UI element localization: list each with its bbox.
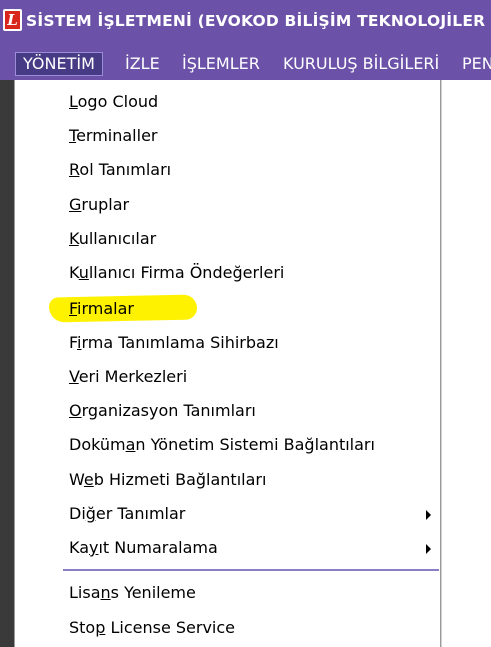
menu-separator bbox=[63, 569, 439, 571]
menu-item-label-pre: Lisa bbox=[69, 583, 101, 602]
menu-izle-label: İZLE bbox=[125, 54, 160, 73]
menu-kurulus-bilgileri[interactable]: KURULUŞ BİLGİLERİ bbox=[283, 52, 439, 76]
menu-item-gruplar[interactable]: Gruplar bbox=[69, 190, 429, 220]
mnemonic: p bbox=[95, 618, 106, 637]
title-bar: L SİSTEM İŞLETMENİ (EVOKOD BİLİŞİM TEKNO… bbox=[0, 0, 491, 42]
mnemonic: L bbox=[69, 92, 78, 111]
mnemonic: R bbox=[69, 160, 80, 179]
menu-item-label-pre: Di bbox=[69, 504, 86, 523]
menu-item-label: License Service bbox=[105, 618, 235, 637]
menu-item-rol-tanimlari[interactable]: Rol Tanımları bbox=[69, 155, 429, 185]
menu-item-firma-tanimlama-sihirbazi[interactable]: Firma Tanımlama Sihirbazı bbox=[69, 328, 429, 358]
background-edge bbox=[0, 80, 14, 647]
yonetim-dropdown-menu: Logo Cloud Terminaller Rol Tanımları Gru… bbox=[14, 80, 441, 647]
menu-item-diger-tanimlar[interactable]: Diğer Tanımlar bbox=[69, 499, 431, 529]
app-logo-icon: L bbox=[3, 9, 22, 31]
menu-item-label: er Tanımlar bbox=[95, 504, 186, 523]
workspace-area bbox=[441, 80, 491, 647]
menu-item-stop-license-service[interactable]: Stop License Service bbox=[69, 613, 429, 643]
mnemonic: O bbox=[69, 401, 82, 420]
menu-kurulus-bilgileri-label: KURULUŞ BİLGİLERİ bbox=[283, 54, 440, 73]
menu-item-label-pre: W bbox=[69, 470, 84, 489]
menu-item-label-pre: Doküm bbox=[69, 435, 126, 454]
menu-item-veri-merkezleri[interactable]: Veri Merkezleri bbox=[69, 362, 429, 392]
menu-izle[interactable]: İZLE bbox=[125, 52, 160, 76]
mnemonic: K bbox=[69, 229, 79, 248]
menu-item-kayit-numaralama[interactable]: Kayıt Numaralama bbox=[69, 533, 431, 563]
menu-pencere-label: PEN bbox=[462, 54, 491, 73]
menu-item-label: ruplar bbox=[81, 195, 130, 214]
menu-item-kullanicilar[interactable]: Kullanıcılar bbox=[69, 224, 429, 254]
menu-item-label-pre: Sto bbox=[69, 618, 96, 637]
menu-item-label: llanıcı Firma Öndeğerleri bbox=[88, 263, 285, 282]
menu-item-label: n Yönetim Sistemi Bağlantıları bbox=[135, 435, 375, 454]
menu-item-web-hizmeti-baglantilari[interactable]: Web Hizmeti Bağlantıları bbox=[69, 465, 429, 495]
menu-item-label: rganizasyon Tanımları bbox=[81, 401, 256, 420]
menu-bar: YÖNETİM İZLE İŞLEMLER KURULUŞ BİLGİLERİ … bbox=[0, 42, 491, 80]
menu-pencere[interactable]: PEN bbox=[462, 52, 491, 76]
menu-item-label: irmalar bbox=[77, 299, 135, 318]
submenu-arrow-icon bbox=[426, 510, 431, 520]
app-logo-letter: L bbox=[5, 11, 20, 29]
menu-item-label: eri Merkezleri bbox=[78, 367, 188, 386]
menu-item-label-pre: K bbox=[69, 263, 79, 282]
menu-item-label: s Yenileme bbox=[110, 583, 196, 602]
menu-item-dokuman-yonetim-sistemi[interactable]: Doküman Yönetim Sistemi Bağlantıları bbox=[69, 430, 429, 460]
menu-icon-gutter bbox=[15, 80, 52, 647]
mnemonic: V bbox=[69, 367, 79, 386]
window-title: SİSTEM İŞLETMENİ (EVOKOD BİLİŞİM TEKNOLO… bbox=[26, 12, 486, 30]
menu-item-label-pre: Ka bbox=[69, 538, 90, 557]
menu-item-label-pre: F bbox=[69, 333, 78, 352]
mnemonic: F bbox=[69, 299, 78, 318]
mnemonic: ğ bbox=[85, 504, 96, 523]
menu-islemler-label: İŞLEMLER bbox=[182, 54, 260, 73]
mnemonic: e bbox=[83, 470, 94, 489]
menu-item-label: ullanıcılar bbox=[78, 229, 157, 248]
menu-item-label: b Hizmeti Bağlantıları bbox=[93, 470, 267, 489]
menu-item-label: erminaller bbox=[76, 126, 158, 145]
submenu-arrow-icon bbox=[426, 544, 431, 554]
menu-item-label: ıt Numaralama bbox=[98, 538, 218, 557]
mnemonic: u bbox=[78, 263, 89, 282]
menu-item-label: rma Tanımlama Sihirbazı bbox=[81, 333, 279, 352]
menu-item-lisans-yenileme[interactable]: Lisans Yenileme bbox=[69, 578, 429, 608]
menu-item-label: ol Tanımları bbox=[79, 160, 172, 179]
mnemonic: a bbox=[125, 435, 136, 454]
menu-item-firmalar[interactable]: Firmalar bbox=[69, 294, 429, 324]
menu-item-kullanici-firma-ondegerleri[interactable]: Kullanıcı Firma Öndeğerleri bbox=[69, 258, 429, 288]
mnemonic: n bbox=[100, 583, 111, 602]
menu-yonetim[interactable]: YÖNETİM bbox=[15, 52, 103, 76]
menu-islemler[interactable]: İŞLEMLER bbox=[182, 52, 260, 76]
menu-item-organizasyon-tanimlari[interactable]: Organizasyon Tanımları bbox=[69, 396, 429, 426]
menu-item-label: ogo Cloud bbox=[77, 92, 159, 111]
menu-yonetim-label: YÖNETİM bbox=[23, 54, 95, 73]
menu-item-logo-cloud[interactable]: Logo Cloud bbox=[69, 87, 429, 117]
mnemonic: G bbox=[69, 195, 82, 214]
menu-item-terminaller[interactable]: Terminaller bbox=[69, 121, 429, 151]
mnemonic: T bbox=[69, 126, 77, 145]
